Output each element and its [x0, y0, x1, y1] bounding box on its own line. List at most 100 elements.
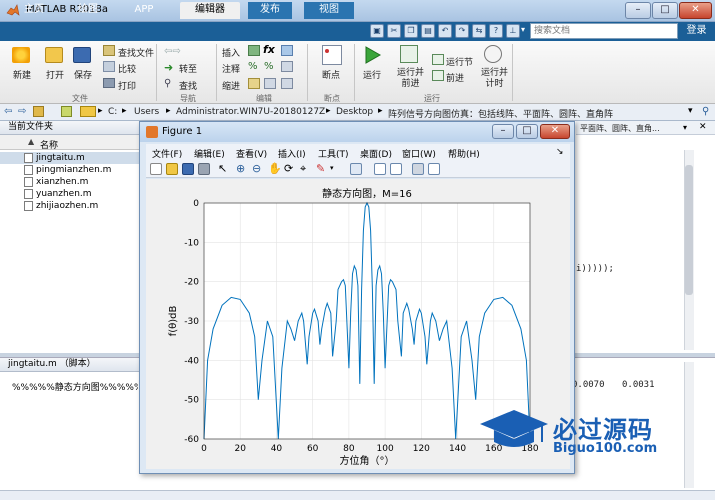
- rotate-3d-icon[interactable]: ⟳: [284, 162, 293, 175]
- comment-percent-icon[interactable]: %: [248, 61, 258, 72]
- figure-maximize-button[interactable]: □: [516, 124, 538, 139]
- back-arrow-icon[interactable]: ⇦: [4, 106, 12, 117]
- run-and-advance-label[interactable]: 运行并 前进: [397, 68, 424, 90]
- quick-access-dropdown-icon[interactable]: ▾: [518, 24, 528, 38]
- path-segment-project[interactable]: 阵列信号方向图仿真：包括线阵、平面阵、圆阵、直角阵: [388, 107, 613, 120]
- search-documentation-input[interactable]: 搜索文档: [530, 23, 678, 39]
- save-icon[interactable]: [73, 47, 91, 63]
- show-plot-tools-icon[interactable]: [428, 163, 440, 175]
- find-files-label[interactable]: 查找文件: [118, 46, 154, 59]
- file-row[interactable]: pingmianzhen.m: [0, 164, 140, 176]
- menu-view[interactable]: 查看(V): [236, 147, 267, 160]
- compare-label[interactable]: 比较: [118, 62, 136, 75]
- folder-up-icon[interactable]: [33, 106, 44, 117]
- editor-tab-label[interactable]: 平面阵、圆阵、直角...: [580, 123, 660, 134]
- new-label[interactable]: 新建: [13, 68, 31, 81]
- figure-close-button[interactable]: ✕: [540, 124, 570, 139]
- brush-icon[interactable]: ✎: [316, 162, 325, 175]
- path-segment-users[interactable]: Users: [134, 107, 159, 117]
- wrap-comments-icon[interactable]: [281, 61, 293, 72]
- select-arrow-icon[interactable]: ↖: [218, 162, 227, 175]
- address-dropdown-icon[interactable]: ▾: [688, 106, 693, 116]
- indent-label[interactable]: 缩进: [222, 79, 240, 92]
- increase-indent-icon[interactable]: [264, 78, 276, 89]
- menu-file[interactable]: 文件(F): [152, 147, 182, 160]
- menu-dock-icon[interactable]: ↘: [556, 147, 564, 157]
- insert-section-icon[interactable]: [248, 45, 260, 56]
- run-and-time-icon[interactable]: [484, 45, 502, 63]
- open-label[interactable]: 打开: [46, 68, 64, 81]
- switch-windows-icon[interactable]: ⇆: [472, 24, 486, 38]
- forward-arrow-icon[interactable]: ⇨: [18, 106, 26, 117]
- editor-scrollbar-thumb[interactable]: [685, 165, 693, 295]
- run-section-label[interactable]: 运行节: [446, 55, 473, 68]
- uncomment-icon[interactable]: %: [264, 61, 274, 72]
- comment-label[interactable]: 注释: [222, 62, 240, 75]
- editor-tab-close-icon[interactable]: ✕: [699, 122, 707, 132]
- undo-icon[interactable]: ↶: [438, 24, 452, 38]
- new-icon[interactable]: [12, 47, 30, 63]
- close-button[interactable]: ✕: [679, 2, 712, 19]
- hide-plot-tools-icon[interactable]: [412, 163, 424, 175]
- run-and-advance-icon[interactable]: [400, 45, 418, 63]
- path-segment-admin[interactable]: Administrator.WIN7U-20180127Z: [176, 107, 325, 117]
- run-label[interactable]: 运行: [363, 68, 381, 81]
- advance-label[interactable]: 前进: [446, 71, 464, 84]
- open-folder-icon[interactable]: [45, 47, 63, 63]
- redo-icon[interactable]: ↷: [455, 24, 469, 38]
- insert-function-icon[interactable]: [281, 45, 293, 56]
- menu-desktop[interactable]: 桌面(D): [360, 147, 392, 160]
- maximize-button[interactable]: □: [652, 2, 678, 19]
- print-label[interactable]: 打印: [118, 79, 136, 92]
- browse-folder-icon[interactable]: [61, 106, 72, 117]
- run-icon[interactable]: [362, 45, 382, 68]
- run-and-time-label[interactable]: 运行并 计时: [481, 68, 508, 90]
- goto-label[interactable]: 转至: [179, 62, 197, 75]
- data-cursor-icon[interactable]: ⌖: [300, 162, 306, 176]
- tab-home[interactable]: 主页: [12, 2, 56, 19]
- breakpoints-label[interactable]: 断点: [322, 68, 340, 81]
- zoom-in-icon[interactable]: ⊕: [236, 162, 245, 175]
- tab-publish[interactable]: 发布: [248, 2, 292, 19]
- command-scrollbar[interactable]: [684, 362, 694, 488]
- quick-copy-icon[interactable]: ❐: [404, 24, 418, 38]
- open-file-icon[interactable]: [166, 163, 178, 175]
- file-row[interactable]: zhijiaozhen.m: [0, 200, 140, 212]
- quick-save-icon[interactable]: ▣: [370, 24, 384, 38]
- smart-indent-icon[interactable]: [248, 78, 260, 89]
- new-figure-icon[interactable]: [150, 163, 162, 175]
- tab-view[interactable]: 视图: [304, 2, 354, 19]
- file-row[interactable]: xianzhen.m: [0, 176, 140, 188]
- link-plot-icon[interactable]: [350, 163, 362, 175]
- breakpoints-icon[interactable]: [322, 45, 342, 65]
- find-label[interactable]: 查找: [179, 79, 197, 92]
- insert-legend-icon[interactable]: [390, 163, 402, 175]
- details-header[interactable]: jingtaitu.m （脚本）: [0, 357, 140, 372]
- tab-editor[interactable]: 编辑器: [180, 2, 240, 19]
- menu-edit[interactable]: 编辑(E): [194, 147, 225, 160]
- path-segment-drive[interactable]: C:: [108, 107, 117, 117]
- help-icon[interactable]: ?: [489, 24, 503, 38]
- menu-insert[interactable]: 插入(I): [278, 147, 306, 160]
- editor-tab-arrow-icon[interactable]: ▾: [683, 123, 687, 132]
- quick-paste-icon[interactable]: ▤: [421, 24, 435, 38]
- save-label[interactable]: 保存: [74, 68, 92, 81]
- menu-help[interactable]: 帮助(H): [448, 147, 480, 160]
- figure-minimize-button[interactable]: –: [492, 124, 514, 139]
- file-row[interactable]: jingtaitu.m: [0, 152, 140, 164]
- file-row[interactable]: yuanzhen.m: [0, 188, 140, 200]
- path-segment-desktop[interactable]: Desktop: [336, 107, 373, 117]
- insert-label[interactable]: 插入: [222, 46, 240, 59]
- brush-dropdown-icon[interactable]: ▾: [330, 164, 334, 172]
- menu-window[interactable]: 窗口(W): [402, 147, 436, 160]
- pan-hand-icon[interactable]: ✋: [268, 162, 282, 175]
- zoom-out-icon[interactable]: ⊖: [252, 162, 261, 175]
- tab-apps[interactable]: APP: [122, 2, 166, 19]
- insert-colorbar-icon[interactable]: [374, 163, 386, 175]
- fx-icon[interactable]: fx: [263, 43, 275, 56]
- sort-arrow-icon[interactable]: ▲: [28, 137, 34, 146]
- decrease-indent-icon[interactable]: [281, 78, 293, 89]
- tab-plots[interactable]: 绘图: [66, 2, 110, 19]
- save-figure-icon[interactable]: [182, 163, 194, 175]
- login-button[interactable]: 登录: [680, 23, 713, 39]
